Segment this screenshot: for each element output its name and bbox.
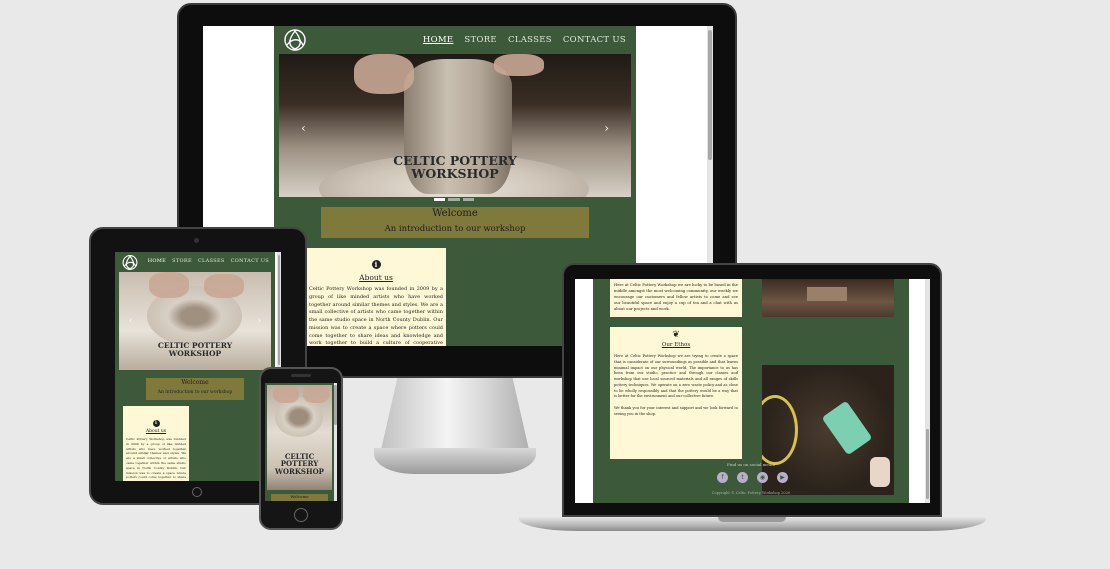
- facebook-icon[interactable]: f: [717, 472, 728, 483]
- hand-image: [149, 272, 189, 298]
- about-heading: About us: [145, 429, 167, 434]
- about-heading: About us: [359, 273, 393, 282]
- site-navbar: HOME STORE CLASSES CONTACT US: [274, 26, 636, 54]
- ethos-text: Here at Celtic Pottery Workshop we are t…: [614, 354, 738, 399]
- intro-card: Here at Celtic Pottery Workshop we are l…: [610, 279, 742, 317]
- carousel-prev-icon[interactable]: ‹: [129, 316, 132, 325]
- hero-carousel: ‹ › CELTIC POTTERY WORKSHOP: [119, 272, 271, 370]
- nav-classes[interactable]: CLASSES: [198, 258, 225, 264]
- nav-store[interactable]: STORE: [464, 35, 497, 45]
- scrollbar-thumb[interactable]: [926, 429, 929, 499]
- tablet-screen: HOME STORE CLASSES CONTACT US ‹ › CELTIC…: [115, 252, 281, 481]
- carousel-next-icon[interactable]: ›: [258, 316, 261, 325]
- scrollbar-thumb[interactable]: [334, 385, 337, 425]
- tablet-home-button: [192, 487, 202, 497]
- phone-screen: CELTIC POTTERY WORKSHOP Welcome: [265, 383, 337, 501]
- welcome-title: Welcome: [181, 379, 209, 386]
- welcome-banner: Welcome: [271, 494, 328, 501]
- hoop-image: [762, 395, 798, 465]
- site-page: CELTIC POTTERY WORKSHOP Welcome: [265, 383, 334, 501]
- workbench-image: [807, 287, 847, 301]
- phone-speaker: [291, 374, 311, 377]
- celtic-knot-logo-icon[interactable]: [282, 28, 308, 52]
- intro-text: Here at Celtic Pottery Workshop we are l…: [614, 282, 738, 311]
- hero-title: CELTIC POTTERY WORKSHOP: [157, 341, 233, 358]
- site-navbar: HOME STORE CLASSES CONTACT US: [148, 258, 269, 264]
- welcome-subtitle: An introduction to our workshop: [157, 390, 233, 395]
- workshop-interior-photo: [762, 279, 894, 317]
- leaf-icon: ❦: [672, 330, 680, 340]
- carousel-indicator[interactable]: [434, 198, 446, 201]
- hero-title: CELTIC POTTERY WORKSHOP: [393, 153, 517, 182]
- welcome-banner: Welcome An introduction to our workshop: [146, 378, 244, 400]
- hand-image: [303, 385, 329, 403]
- footer-copyright: Copyright © Celtic Pottery Workshop 2020: [711, 491, 791, 495]
- ethos-heading: Our Ethos: [661, 342, 691, 348]
- hand-image: [354, 54, 414, 94]
- scrollbar-thumb[interactable]: [278, 255, 280, 365]
- carousel-indicator[interactable]: [448, 198, 460, 201]
- hero-title: CELTIC POTTERY WORKSHOP: [275, 452, 324, 476]
- nav-home[interactable]: HOME: [423, 35, 454, 45]
- about-text: Celtic Pottery Workshop was founded in 2…: [309, 286, 443, 346]
- ethos-text-2: We thank you for your interest and suppo…: [614, 406, 738, 416]
- hero-carousel: ‹ › CELTIC POTTERY WORKSHOP: [279, 54, 631, 197]
- ethos-card: ❦ Our Ethos Here at Celtic Pottery Works…: [610, 327, 742, 459]
- nav-contact-us[interactable]: CONTACT US: [563, 35, 626, 45]
- laptop-notch: [718, 517, 786, 522]
- tablet-camera: [194, 238, 199, 243]
- scrollbar[interactable]: [925, 279, 930, 503]
- trowel-image: [821, 400, 873, 456]
- nav-store[interactable]: STORE: [172, 258, 192, 264]
- monitor-stand-base: [374, 448, 536, 474]
- scrollbar[interactable]: [334, 383, 337, 501]
- laptop-screen: Here at Celtic Pottery Workshop we are l…: [575, 279, 930, 503]
- nav-classes[interactable]: CLASSES: [508, 35, 552, 45]
- carousel-indicator[interactable]: [462, 198, 474, 201]
- nav-home[interactable]: HOME: [148, 258, 166, 264]
- nav-contact-us[interactable]: CONTACT US: [231, 258, 269, 264]
- carousel-next-icon[interactable]: ›: [604, 121, 609, 135]
- site-page: HOME STORE CLASSES CONTACT US ‹ › CELTIC…: [115, 252, 275, 481]
- youtube-icon[interactable]: ▶: [777, 472, 788, 483]
- site-page: Here at Celtic Pottery Workshop we are l…: [593, 279, 909, 503]
- welcome-banner: Welcome An introduction to our workshop: [321, 207, 589, 238]
- pottery-wheel-image: [275, 397, 323, 437]
- hero-carousel: CELTIC POTTERY WORKSHOP: [267, 385, 332, 490]
- hand-image: [273, 385, 299, 403]
- about-card: i About us Celtic Pottery Workshop was f…: [306, 248, 446, 346]
- carousel-indicators: [434, 198, 474, 201]
- welcome-title: Welcome: [432, 208, 478, 219]
- info-icon: i: [371, 260, 381, 269]
- welcome-subtitle: An introduction to our workshop: [384, 224, 526, 234]
- carousel-prev-icon[interactable]: ‹: [301, 121, 306, 135]
- celtic-knot-logo-icon[interactable]: [121, 254, 139, 271]
- instagram-icon[interactable]: ◉: [757, 472, 768, 483]
- monitor-stand: [381, 378, 529, 448]
- about-card: i About us Celtic Pottery Workshop was f…: [123, 406, 189, 481]
- footer-follow-text: Find us on social media: [727, 462, 775, 467]
- hand-image: [494, 54, 544, 76]
- phone-home-button: [294, 508, 308, 522]
- scrollbar-thumb[interactable]: [708, 30, 712, 160]
- welcome-title: Welcome: [290, 494, 309, 499]
- info-icon: i: [152, 419, 160, 427]
- hand-image: [204, 274, 244, 298]
- twitter-icon[interactable]: t: [737, 472, 748, 483]
- about-text: Celtic Pottery Workshop was founded in 2…: [126, 437, 186, 481]
